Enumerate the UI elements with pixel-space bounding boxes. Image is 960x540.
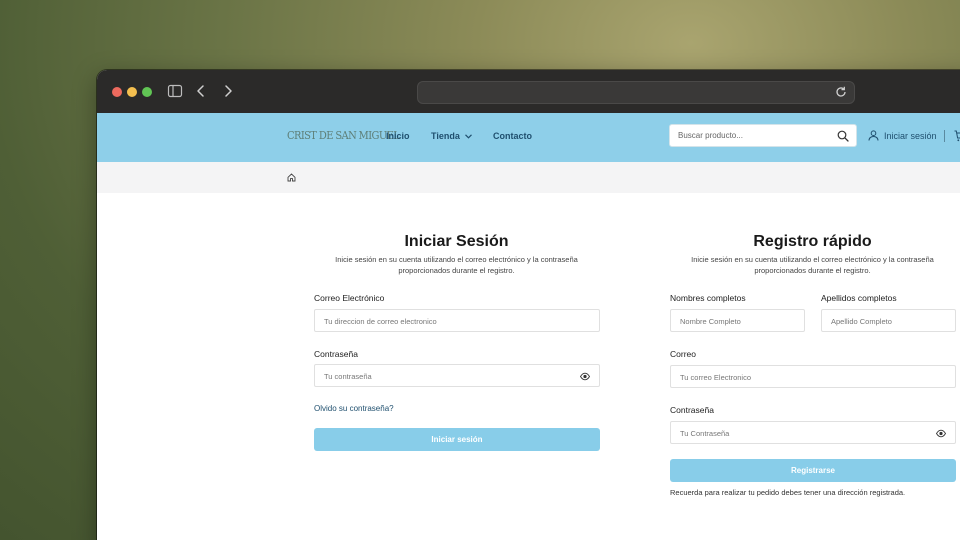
reload-icon[interactable] <box>834 85 848 99</box>
register-email-field[interactable]: Tu correo Electronico <box>670 365 956 388</box>
nav-tienda-label: Tienda <box>431 131 460 141</box>
forward-arrow-icon[interactable] <box>220 83 236 99</box>
register-names-label: Nombres completos <box>670 293 746 303</box>
nav-contacto[interactable]: Contacto <box>493 131 532 141</box>
register-password-label: Contraseña <box>670 405 714 415</box>
back-arrow-icon[interactable] <box>193 83 209 99</box>
search-placeholder: Buscar producto... <box>678 131 743 140</box>
eye-icon[interactable] <box>936 429 946 438</box>
login-password-field[interactable]: Tu contraseña <box>314 364 600 387</box>
login-submit-button[interactable]: Iniciar sesión <box>314 428 600 451</box>
header-divider <box>944 130 945 142</box>
login-email-placeholder: Tu direccion de correo electronico <box>324 317 437 326</box>
login-subtitle-line2: proporcionados durante el registro. <box>398 266 515 275</box>
home-icon[interactable] <box>287 173 296 182</box>
sidebar-toggle-icon[interactable] <box>167 83 183 99</box>
cart-icon[interactable] <box>954 130 960 142</box>
breadcrumb <box>97 162 960 193</box>
register-names-field[interactable]: Nombre Completo <box>670 309 805 332</box>
register-surnames-label: Apellidos completos <box>821 293 897 303</box>
address-bar[interactable] <box>417 81 855 104</box>
register-surnames-field[interactable]: Apellido Completo <box>821 309 956 332</box>
nav-tienda[interactable]: Tienda <box>431 131 472 141</box>
login-subtitle: Inicie sesión en su cuenta utilizando el… <box>314 254 599 276</box>
nav-inicio[interactable]: Inicio <box>386 131 410 141</box>
register-subtitle: Inicie sesión en su cuenta utilizando el… <box>670 254 955 276</box>
register-submit-button[interactable]: Registrarse <box>670 459 956 482</box>
login-email-label: Correo Electrónico <box>314 293 385 303</box>
eye-icon[interactable] <box>580 372 590 381</box>
register-subtitle-line1: Inicie sesión en su cuenta utilizando el… <box>691 255 934 264</box>
register-names-placeholder: Nombre Completo <box>680 317 741 326</box>
login-link[interactable]: Iniciar sesión <box>884 131 937 141</box>
register-surnames-placeholder: Apellido Completo <box>831 317 892 326</box>
login-title: Iniciar Sesión <box>404 233 509 250</box>
register-password-placeholder: Tu Contraseña <box>680 429 730 438</box>
register-address-note: Recuerda para realizar tu pedido debes t… <box>670 488 906 497</box>
register-subtitle-line2: proporcionados durante el registro. <box>754 266 871 275</box>
close-window-button[interactable] <box>112 87 122 97</box>
forgot-password-link[interactable]: Olvido su contraseña? <box>314 404 394 413</box>
login-subtitle-line1: Inicie sesión en su cuenta utilizando el… <box>335 255 578 264</box>
browser-titlebar <box>97 70 960 113</box>
register-title: Registro rápido <box>753 233 872 250</box>
register-email-label: Correo <box>670 349 696 359</box>
login-password-placeholder: Tu contraseña <box>324 372 372 381</box>
login-password-label: Contraseña <box>314 349 358 359</box>
register-password-field[interactable]: Tu Contraseña <box>670 421 956 444</box>
site-logo[interactable]: CRIST DE SAN MIGUEL <box>287 129 400 142</box>
browser-window: CRIST DE SAN MIGUEL Inicio Tienda Contac… <box>97 70 960 540</box>
user-icon[interactable] <box>868 130 879 141</box>
search-icon[interactable] <box>837 130 849 142</box>
login-email-field[interactable]: Tu direccion de correo electronico <box>314 309 600 332</box>
register-email-placeholder: Tu correo Electronico <box>680 373 752 382</box>
search-input[interactable]: Buscar producto... <box>669 124 857 147</box>
site-header: CRIST DE SAN MIGUEL Inicio Tienda Contac… <box>97 113 960 162</box>
maximize-window-button[interactable] <box>142 87 152 97</box>
minimize-window-button[interactable] <box>127 87 137 97</box>
chevron-down-icon <box>464 134 472 139</box>
